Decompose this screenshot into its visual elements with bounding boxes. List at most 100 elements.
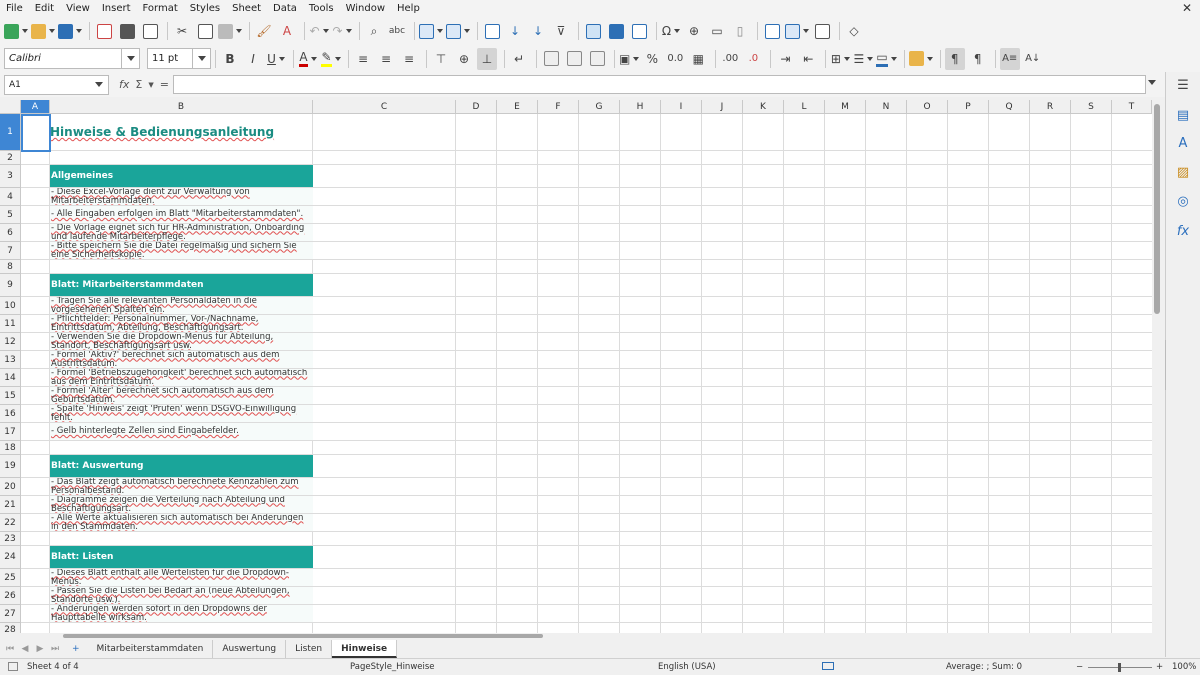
save-button[interactable] (58, 20, 82, 42)
borders-button[interactable]: ⊞ (830, 48, 850, 70)
column-header-a[interactable]: A (21, 100, 50, 114)
font-name-combobox[interactable]: Calibri (4, 48, 140, 69)
instruction-cell[interactable]: - Bitte speichern Sie die Datei regelmäß… (50, 242, 313, 259)
sum-dropdown-icon[interactable]: ▼ (148, 81, 153, 89)
functions-icon[interactable]: fx (1174, 222, 1192, 240)
column-header-o[interactable]: O (907, 100, 948, 114)
menu-insert[interactable]: Insert (96, 0, 137, 17)
row-header-26[interactable]: 26 (0, 587, 21, 605)
menu-format[interactable]: Format (137, 0, 184, 17)
merge-center-button[interactable] (541, 48, 561, 70)
row-header-15[interactable]: 15 (0, 387, 21, 405)
clone-formatting-button[interactable]: 🖌 (254, 20, 274, 42)
bold-button[interactable]: B (220, 48, 240, 70)
zoom-slider-knob[interactable] (1118, 663, 1121, 672)
row-header-21[interactable]: 21 (0, 496, 21, 514)
date-format-button[interactable]: ▦ (688, 48, 708, 70)
zoom-level[interactable]: 100% (1172, 662, 1196, 672)
instruction-cell[interactable]: - Diagramme zeigen die Verteilung nach A… (50, 496, 313, 513)
chevron-down-icon[interactable] (121, 49, 139, 68)
formula-equals-button[interactable]: = (160, 78, 169, 91)
row-header-23[interactable]: 23 (0, 532, 21, 546)
row-header-11[interactable]: 11 (0, 315, 21, 333)
define-print-area-button[interactable] (762, 20, 782, 42)
instruction-cell[interactable]: - Tragen Sie alle relevanten Personaldat… (50, 297, 313, 314)
open-button[interactable] (31, 20, 55, 42)
navigator-icon[interactable]: ◎ (1174, 192, 1192, 210)
zoom-out-button[interactable]: − (1076, 662, 1083, 672)
row-header-20[interactable]: 20 (0, 478, 21, 496)
autofilter-button[interactable]: ⊽ (551, 20, 571, 42)
column-header-d[interactable]: D (456, 100, 497, 114)
column-header-h[interactable]: H (620, 100, 661, 114)
new-document-button[interactable] (4, 20, 28, 42)
select-all-corner[interactable] (0, 100, 21, 114)
section-header-cell[interactable]: Blatt: Listen (50, 546, 313, 568)
column-header-f[interactable]: F (538, 100, 579, 114)
sheet-tab-mitarbeiterstammdaten[interactable]: Mitarbeiterstammdaten (88, 640, 214, 658)
column-header-e[interactable]: E (497, 100, 538, 114)
instruction-cell[interactable]: - Spalte 'Hinweis' zeigt 'Prüfen' wenn D… (50, 405, 313, 422)
headers-footers-button[interactable]: ▯ (730, 20, 750, 42)
split-window-button[interactable] (812, 20, 832, 42)
text-direction-rtl-button[interactable]: ¶ (968, 48, 988, 70)
menu-file[interactable]: File (0, 0, 29, 17)
row-header-12[interactable]: 12 (0, 333, 21, 351)
undo-button[interactable]: ↶ (309, 20, 329, 42)
font-size-combobox[interactable]: 11 pt (147, 48, 211, 69)
merge-cells-button[interactable] (564, 48, 584, 70)
italic-button[interactable]: I (243, 48, 263, 70)
instruction-cell[interactable]: - Pflichtfelder: Personalnummer, Vor-/Na… (50, 315, 313, 332)
instruction-cell[interactable]: - Die Vorlage eignet sich für HR-Adminis… (50, 224, 313, 241)
row-header-18[interactable]: 18 (0, 441, 21, 455)
menu-help[interactable]: Help (391, 0, 426, 17)
column-header-j[interactable]: J (702, 100, 743, 114)
column-button[interactable] (446, 20, 470, 42)
align-middle-button[interactable]: ⊕ (454, 48, 474, 70)
next-sheet-icon[interactable]: ▶ (34, 643, 46, 655)
instruction-cell[interactable]: - Änderungen werden sofort in den Dropdo… (50, 605, 313, 622)
row-header-5[interactable]: 5 (0, 206, 21, 224)
highlight-color-button[interactable]: ✎ (321, 48, 341, 70)
column-header-r[interactable]: R (1030, 100, 1071, 114)
menu-window[interactable]: Window (340, 0, 391, 17)
align-left-button[interactable]: ≡ (353, 48, 373, 70)
vertical-scrollbar[interactable] (1152, 100, 1165, 633)
decrease-indent-button[interactable]: ⇤ (798, 48, 818, 70)
instruction-cell[interactable]: - Formel 'Betriebszugehörigkeit' berechn… (50, 369, 313, 386)
sheet-title-cell[interactable]: Hinweise & Bedienungsanleitung (50, 114, 313, 150)
comment-button[interactable]: ▭ (707, 20, 727, 42)
row-header-17[interactable]: 17 (0, 423, 21, 441)
row-header-7[interactable]: 7 (0, 242, 21, 260)
row-header-3[interactable]: 3 (0, 165, 21, 188)
add-decimal-button[interactable]: .00 (720, 48, 740, 70)
row-header-27[interactable]: 27 (0, 605, 21, 623)
instruction-cell[interactable]: - Alle Werte aktualisieren sich automati… (50, 514, 313, 531)
row-header-13[interactable]: 13 (0, 351, 21, 369)
special-character-button[interactable]: Ω (661, 20, 681, 42)
row-header-24[interactable]: 24 (0, 546, 21, 569)
row-header-6[interactable]: 6 (0, 224, 21, 242)
row-header-1[interactable]: 1 (0, 114, 21, 151)
section-header-cell[interactable]: Blatt: Mitarbeiterstammdaten (50, 274, 313, 296)
chevron-down-icon[interactable] (192, 49, 210, 68)
underline-button[interactable]: U (266, 48, 286, 70)
row-header-10[interactable]: 10 (0, 297, 21, 315)
instruction-cell[interactable]: - Passen Sie die Listen bei Bedarf an (n… (50, 587, 313, 604)
conditional-format-button[interactable] (908, 48, 933, 70)
text-vertical-button[interactable]: A↓ (1023, 48, 1043, 70)
insert-chart-button[interactable] (606, 20, 626, 42)
first-sheet-icon[interactable]: ⏮ (4, 643, 16, 655)
font-color-button[interactable]: A (298, 48, 318, 70)
align-center-button[interactable]: ≡ (376, 48, 396, 70)
sheet-tab-listen[interactable]: Listen (286, 640, 333, 658)
last-sheet-icon[interactable]: ⏭ (49, 643, 61, 655)
align-right-button[interactable]: ≡ (399, 48, 419, 70)
prev-sheet-icon[interactable]: ◀ (19, 643, 31, 655)
align-top-button[interactable]: ⊤ (431, 48, 451, 70)
border-color-button[interactable]: ▭ (876, 48, 896, 70)
spreadsheet-grid[interactable]: A B C D E F G H I J K L M N O P Q R S T 1 Hinweise & Bedienun… (0, 100, 1152, 633)
sheet-tab-auswertung[interactable]: Auswertung (213, 640, 287, 658)
instruction-cell[interactable]: - Das Blatt zeigt automatisch berechnete… (50, 478, 313, 495)
zoom-in-button[interactable]: + (1156, 662, 1163, 672)
